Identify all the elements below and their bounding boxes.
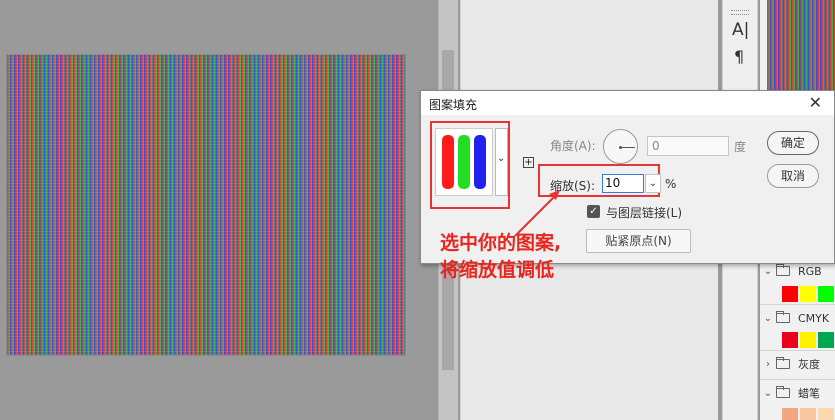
folder-icon bbox=[776, 386, 790, 398]
swatch-group-label: 蜡笔 bbox=[798, 387, 820, 400]
annotation-line-2: 将缩放值调低 bbox=[440, 259, 555, 281]
grip-handle[interactable] bbox=[731, 14, 749, 16]
swatch-row bbox=[782, 408, 834, 420]
dialog-title: 图案填充 bbox=[429, 98, 478, 112]
swatch-group-cmyk[interactable]: ⌄ CMYK bbox=[760, 305, 835, 331]
scale-unit: % bbox=[665, 177, 677, 191]
annotation-text: 选中你的图案, 将缩放值调低 bbox=[440, 230, 561, 284]
pattern-highlight-box: ⌄ bbox=[430, 121, 510, 209]
swatch[interactable] bbox=[800, 286, 816, 302]
scale-field[interactable]: 10 bbox=[602, 174, 644, 193]
pattern-bar-red bbox=[442, 135, 454, 189]
swatch[interactable] bbox=[800, 332, 816, 348]
swatch[interactable] bbox=[818, 286, 834, 302]
chevron-down-icon[interactable]: ⌄ bbox=[760, 388, 776, 399]
document-canvas[interactable] bbox=[7, 55, 405, 355]
swatch[interactable] bbox=[782, 332, 798, 348]
scale-dropdown[interactable]: ⌄ bbox=[645, 174, 661, 193]
folder-icon bbox=[776, 357, 790, 369]
pattern-picker-dropdown[interactable]: ⌄ bbox=[495, 128, 508, 196]
chevron-down-icon: ⌄ bbox=[497, 153, 506, 164]
character-panel-icon[interactable]: A| bbox=[732, 20, 749, 40]
swatch-row bbox=[782, 286, 834, 302]
swatch[interactable] bbox=[818, 408, 834, 420]
angle-field[interactable]: 0 bbox=[647, 136, 729, 156]
snap-to-origin-button[interactable]: 贴紧原点(N) bbox=[586, 229, 691, 253]
annotation-line-1: 选中你的图案, bbox=[440, 232, 562, 254]
ok-button[interactable]: 确定 bbox=[767, 131, 819, 155]
swatch-group-label: RGB bbox=[798, 264, 822, 278]
swatch-group-label: 灰度 bbox=[798, 358, 820, 371]
swatch-group-grayscale[interactable]: › 灰度 bbox=[760, 351, 835, 377]
swatch-group-label: CMYK bbox=[798, 311, 830, 325]
swatch-group-pastel[interactable]: ⌄ 蜡笔 bbox=[760, 380, 835, 406]
swatch[interactable] bbox=[782, 286, 798, 302]
folder-icon bbox=[776, 311, 790, 323]
chevron-right-icon[interactable]: › bbox=[760, 359, 776, 370]
folder-icon bbox=[776, 264, 790, 276]
link-layer-checkbox[interactable]: ✓ bbox=[587, 205, 600, 218]
pattern-bar-green bbox=[458, 135, 470, 189]
chevron-down-icon[interactable]: ⌄ bbox=[760, 266, 776, 277]
navigator-thumbnail[interactable] bbox=[767, 0, 835, 90]
chevron-down-icon[interactable]: ⌄ bbox=[760, 313, 776, 324]
scale-label: 缩放(S): bbox=[550, 179, 596, 193]
angle-dial[interactable] bbox=[603, 129, 638, 164]
angle-label: 角度(A): bbox=[550, 139, 596, 153]
chevron-down-icon: ⌄ bbox=[648, 178, 658, 189]
pattern-preview[interactable] bbox=[435, 128, 493, 196]
link-layer-label: 与图层链接(L) bbox=[606, 206, 683, 220]
paragraph-panel-icon[interactable]: ¶ bbox=[734, 47, 744, 66]
new-preset-icon[interactable]: + bbox=[523, 157, 534, 168]
dialog-titlebar[interactable]: 图案填充 ✕ bbox=[421, 91, 834, 115]
pattern-bar-blue bbox=[474, 135, 486, 189]
angle-unit: 度 bbox=[734, 140, 747, 154]
cancel-button[interactable]: 取消 bbox=[767, 164, 819, 188]
canvas-workspace[interactable] bbox=[0, 0, 438, 420]
swatch[interactable] bbox=[782, 408, 798, 420]
close-icon[interactable]: ✕ bbox=[809, 93, 822, 112]
swatch-row bbox=[782, 332, 834, 348]
swatch[interactable] bbox=[818, 332, 834, 348]
swatch[interactable] bbox=[800, 408, 816, 420]
grip-handle[interactable] bbox=[731, 10, 749, 12]
